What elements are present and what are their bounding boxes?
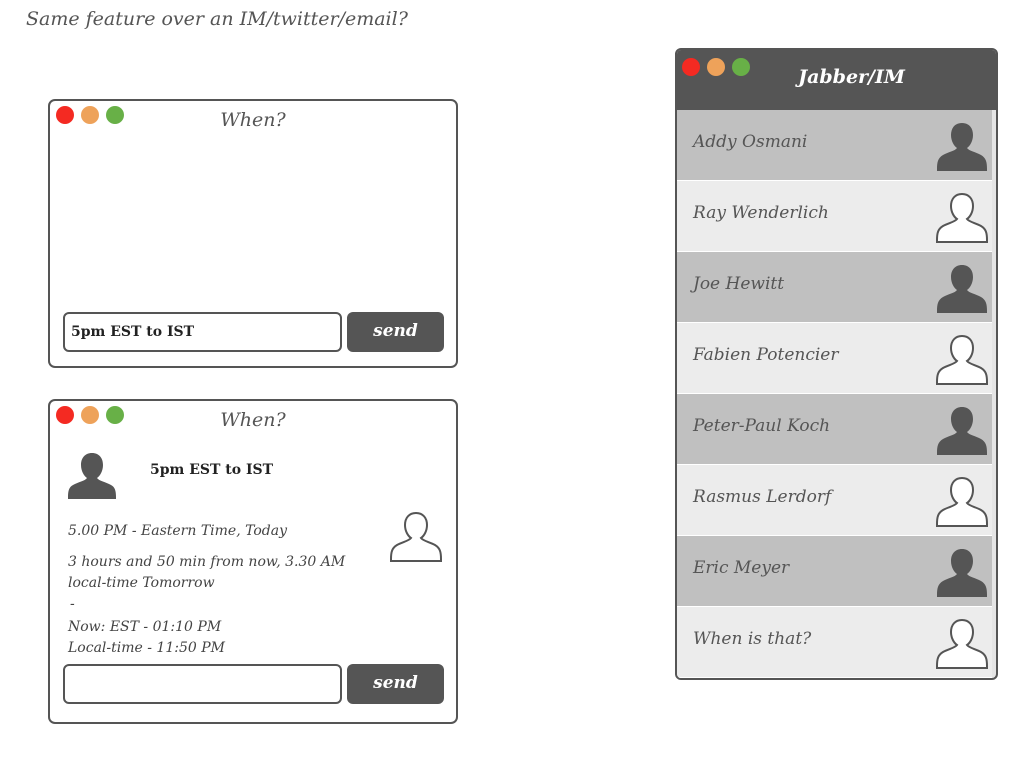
contact-name: Addy Osmani	[693, 132, 808, 152]
page-heading: Same feature over an IM/twitter/email?	[26, 8, 408, 30]
jabber-title: Jabber/IM	[798, 66, 905, 88]
reply-line: Local-time - 11:50 PM	[68, 640, 225, 656]
contact-name: Eric Meyer	[693, 558, 790, 578]
reply-line: -	[70, 596, 75, 612]
contact-avatar-offline-icon	[936, 192, 988, 243]
contact-avatar-offline-icon	[936, 618, 988, 669]
contact-avatar-online-icon	[937, 265, 987, 313]
bot-avatar-icon	[390, 511, 442, 562]
contact-row[interactable]: Eric Meyer	[677, 536, 992, 607]
contact-name: Ray Wenderlich	[693, 203, 829, 223]
contact-name: When is that?	[693, 629, 812, 649]
contact-name: Joe Hewitt	[693, 274, 785, 294]
reply-line: 5.00 PM - Eastern Time, Today	[68, 523, 288, 539]
contact-avatar-offline-icon	[936, 476, 988, 527]
contact-name: Rasmus Lerdorf	[693, 487, 832, 507]
reply-line: local-time Tomorrow	[68, 575, 215, 591]
contact-row[interactable]: Addy Osmani	[677, 110, 992, 181]
contact-row[interactable]: Ray Wenderlich	[677, 181, 992, 252]
message-input[interactable]	[63, 664, 342, 704]
when-window-2: When? 5pm EST to IST 5.00 PM - Eastern T…	[48, 399, 458, 724]
when-window-1: When? send	[48, 99, 458, 368]
reply-line: 3 hours and 50 min from now, 3.30 AM	[68, 554, 346, 570]
contact-avatar-online-icon	[937, 549, 987, 597]
message-input[interactable]	[63, 312, 342, 352]
jabber-window: Jabber/IM Addy Osmani Ray Wenderlich Joe H…	[675, 48, 998, 680]
send-button[interactable]: send	[347, 664, 444, 704]
window-title: When?	[220, 109, 286, 131]
contact-row[interactable]: When is that?	[677, 607, 992, 678]
contact-row[interactable]: Rasmus Lerdorf	[677, 465, 992, 536]
contact-row[interactable]: Peter-Paul Koch	[677, 394, 992, 465]
user-avatar-icon	[68, 453, 116, 499]
window-title: When?	[220, 409, 286, 431]
contact-list: Addy Osmani Ray Wenderlich Joe Hewitt Fabie…	[677, 110, 992, 678]
contact-row[interactable]: Fabien Potencier	[677, 323, 992, 394]
contact-row[interactable]: Joe Hewitt	[677, 252, 992, 323]
contact-name: Fabien Potencier	[693, 345, 839, 365]
send-button[interactable]: send	[347, 312, 444, 352]
contact-avatar-online-icon	[937, 407, 987, 455]
contact-name: Peter-Paul Koch	[693, 416, 831, 436]
jabber-titlebar: Jabber/IM	[677, 50, 996, 110]
contact-avatar-offline-icon	[936, 334, 988, 385]
contact-avatar-online-icon	[937, 123, 987, 171]
reply-line: Now: EST - 01:10 PM	[68, 619, 222, 635]
sent-message: 5pm EST to IST	[150, 462, 274, 478]
